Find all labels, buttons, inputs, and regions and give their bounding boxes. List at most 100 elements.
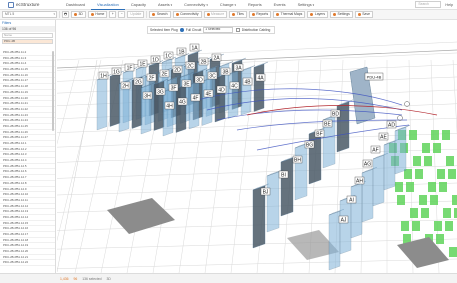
nav-item-settings[interactable]: Settings▾	[292, 0, 321, 10]
rack-label[interactable]: BE	[322, 119, 333, 127]
update-button[interactable]: Update	[127, 11, 145, 18]
rack-label[interactable]: 3F	[168, 83, 179, 91]
rack-label[interactable]: AH	[354, 176, 365, 184]
rack-label[interactable]: 1A	[189, 43, 200, 51]
rack-label[interactable]: BG	[304, 140, 315, 148]
rack-label[interactable]: 2G	[133, 77, 144, 85]
tiles-button[interactable]: Tiles	[229, 11, 247, 18]
nav-item-assets[interactable]: Assets▾	[152, 0, 178, 10]
3d-viewport[interactable]: 1H 1G 1F 1E 1D 1C 1B 1A 2H 2G 2F 2E 2D 2C 2B 2A 3H 3G 3F 3E…	[57, 20, 457, 273]
zoom-out-button[interactable]: −	[118, 11, 126, 18]
rack[interactable]	[336, 101, 350, 153]
rack[interactable]	[175, 84, 187, 133]
rack[interactable]	[162, 88, 174, 137]
rack-label[interactable]: 1B	[176, 47, 187, 55]
rack[interactable]	[227, 70, 239, 119]
rack[interactable]	[188, 81, 200, 130]
rack[interactable]	[109, 72, 121, 127]
rack-label[interactable]: 4E	[203, 89, 214, 97]
help-icon[interactable]	[179, 28, 184, 32]
rack[interactable]	[308, 129, 322, 185]
zoom-in-button[interactable]: +	[109, 11, 117, 18]
rack-label[interactable]: BD	[330, 109, 341, 117]
circuit-select[interactable]: 1 Selected	[203, 27, 234, 33]
rack[interactable]	[372, 154, 385, 207]
rack-label[interactable]: BJ	[260, 187, 271, 195]
rack[interactable]	[280, 157, 294, 217]
rack[interactable]	[350, 182, 363, 239]
rack-label[interactable]: 1D	[150, 55, 161, 63]
rack[interactable]	[201, 77, 213, 126]
rack-label[interactable]: BH	[292, 155, 303, 163]
rack-label[interactable]: BI	[278, 170, 289, 178]
rack-label[interactable]: 2C	[185, 61, 196, 69]
rack-label[interactable]: 4F	[190, 93, 201, 101]
rack-label[interactable]: 3H	[142, 91, 153, 99]
rack[interactable]	[339, 196, 352, 255]
search-button[interactable]: Search	[149, 11, 171, 18]
rack-label[interactable]: 1G	[111, 67, 122, 75]
rack-label[interactable]: 3B	[220, 67, 231, 75]
rack-label[interactable]: AE	[378, 132, 389, 140]
rack-label[interactable]: 4G	[177, 97, 188, 105]
rack-label[interactable]: 3A	[233, 63, 244, 71]
rack-label[interactable]: AD	[386, 120, 397, 128]
rack-label[interactable]: 1E	[137, 59, 148, 67]
brand[interactable]: ecStruxture	[0, 1, 60, 8]
rack-label[interactable]: 1F	[124, 63, 135, 71]
reports-button[interactable]: Reports	[248, 11, 272, 18]
rack-label[interactable]: BF	[314, 129, 325, 137]
help-menu[interactable]: Help	[445, 3, 453, 7]
nav-item-events[interactable]: Events	[268, 0, 292, 10]
view-3d-button[interactable]: 3D	[71, 11, 86, 18]
rack[interactable]	[253, 63, 265, 112]
home-button[interactable]: Home	[87, 11, 108, 18]
rack[interactable]	[96, 76, 108, 131]
save-button[interactable]: Save	[354, 11, 374, 18]
measure-button[interactable]: Measure	[203, 11, 228, 18]
rack-label[interactable]: AI	[346, 195, 357, 203]
list-item[interactable]: PDU-2B-PB1.12.22	[0, 260, 55, 267]
thermal-maps-button[interactable]: Thermal Maps	[273, 11, 306, 18]
rack-label[interactable]: 4B	[242, 77, 253, 85]
rack-label[interactable]: 4H	[164, 101, 175, 109]
rack[interactable]	[266, 171, 280, 233]
rack[interactable]	[383, 140, 396, 191]
rack[interactable]	[294, 143, 308, 201]
rack-label[interactable]: 3D	[194, 75, 205, 83]
rack-label[interactable]: 2E	[159, 69, 170, 77]
rack-label[interactable]: AG	[362, 159, 373, 167]
connectivity-button[interactable]: Connectivity	[172, 11, 202, 18]
rack-label[interactable]: 2H	[120, 81, 131, 89]
rack[interactable]	[328, 210, 341, 271]
rack-label[interactable]: AJ	[338, 215, 349, 223]
rack-label[interactable]: 1H	[98, 71, 109, 79]
nav-item-connectivity[interactable]: Connectivity▾	[178, 0, 214, 10]
rack-label[interactable]: 2B	[198, 57, 209, 65]
rack-label[interactable]: 3C	[207, 71, 218, 79]
sidebar-search-input[interactable]: Name	[2, 33, 53, 38]
rack-label[interactable]: 2F	[146, 73, 157, 81]
rack-label[interactable]: AF	[370, 145, 381, 153]
rack[interactable]	[394, 126, 407, 175]
print-button[interactable]: 🖶	[62, 11, 69, 18]
rack-label[interactable]: 4A	[255, 73, 266, 81]
rack-label[interactable]: 2A	[211, 53, 222, 61]
rack-label[interactable]: 3G	[155, 87, 166, 95]
rack-label[interactable]: 2D	[172, 65, 183, 73]
distribution-cabling-checkbox[interactable]	[236, 28, 241, 32]
rack-label[interactable]: 4C	[229, 81, 240, 89]
site-select[interactable]: MTL 5 ▾	[2, 11, 57, 18]
rack-label[interactable]: 4D	[216, 85, 227, 93]
layers-button[interactable]: Layers	[307, 11, 329, 18]
nav-item-dashboard[interactable]: Dashboard	[60, 0, 91, 10]
rack-label[interactable]: PDU-4B	[364, 72, 384, 81]
rack-label[interactable]: 3E	[181, 79, 192, 87]
sidebar-scrollbar[interactable]	[52, 51, 54, 131]
settings-button[interactable]: Settings	[330, 11, 353, 18]
rack-label[interactable]: 1C	[163, 51, 174, 59]
datacenter-3d-scene[interactable]: 1H 1G 1F 1E 1D 1C 1B 1A 2H 2G 2F 2E 2D 2C 2B 2A 3H 3G 3F 3E…	[57, 20, 457, 273]
nav-item-change[interactable]: Change▾	[214, 0, 242, 10]
sidebar-filter-input[interactable]: PDU-4B	[2, 39, 53, 44]
global-search-input[interactable]: Search	[415, 1, 442, 8]
